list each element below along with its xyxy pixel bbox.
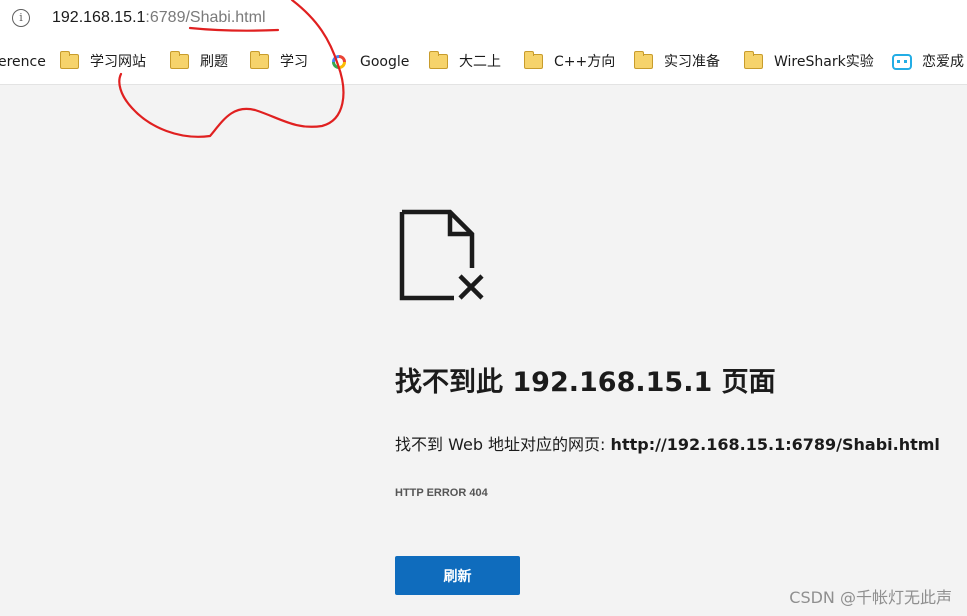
error-description-text: 找不到 Web 地址对应的网页: <box>395 435 611 454</box>
bookmark-label: 学习 <box>280 54 308 70</box>
google-icon <box>332 55 346 69</box>
red-annotation <box>118 0 345 138</box>
folder-icon <box>170 51 189 69</box>
bookmark-label: Google <box>360 54 410 70</box>
bookmark-label: 大二上 <box>459 54 501 70</box>
url-field[interactable]: 192.168.15.1:6789/Shabi.html <box>52 9 266 27</box>
bookmarks-bar: erence 学习网站 刷题 学习 Google 大二上 C++方向 实习准备 … <box>0 38 967 85</box>
bilibili-icon <box>892 54 912 70</box>
bookmark-label: 实习准备 <box>664 54 720 70</box>
info-icon[interactable]: i <box>12 9 30 27</box>
error-description: 找不到 Web 地址对应的网页: http://192.168.15.1:678… <box>395 431 940 455</box>
folder-icon <box>250 51 269 69</box>
error-url: http://192.168.15.1:6789/Shabi.html <box>610 435 940 454</box>
bookmark-label: erence <box>0 54 46 70</box>
watermark: CSDN @千帐灯无此声 <box>789 588 952 607</box>
refresh-button[interactable]: 刷新 <box>395 556 520 595</box>
folder-icon <box>429 51 448 69</box>
error-code: HTTP ERROR 404 <box>395 487 488 499</box>
bookmark-label: 学习网站 <box>90 54 146 70</box>
url-host: 192.168.15.1 <box>52 9 146 26</box>
folder-icon <box>60 51 79 69</box>
error-title: 找不到此 192.168.15.1 页面 <box>395 367 776 398</box>
folder-icon <box>634 51 653 69</box>
bookmark-label: 刷题 <box>200 54 228 70</box>
bookmark-label: 恋爱成 <box>922 54 964 70</box>
folder-icon <box>524 51 543 69</box>
address-bar[interactable]: i 192.168.15.1:6789/Shabi.html <box>0 0 967 38</box>
bookmark-label: WireShark实验 <box>774 54 874 70</box>
folder-icon <box>744 51 763 69</box>
bookmark-label: C++方向 <box>554 54 616 70</box>
url-path: :6789/Shabi.html <box>145 9 266 26</box>
broken-page-icon <box>399 209 484 301</box>
